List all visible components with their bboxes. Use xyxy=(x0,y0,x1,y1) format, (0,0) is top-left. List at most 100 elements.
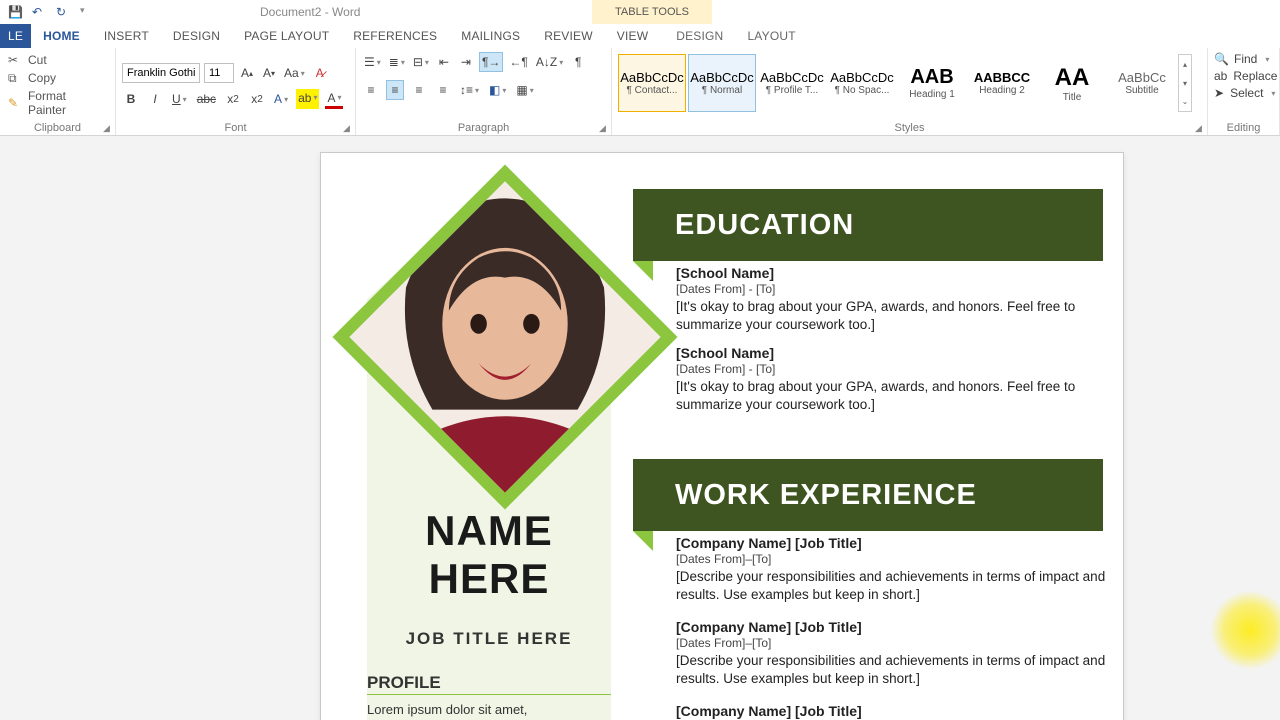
group-clipboard: ✂Cut ⧉ Copy ✎Format Painter Clipboard ◢ xyxy=(0,48,116,135)
increase-indent-button[interactable]: ⇥ xyxy=(457,52,475,72)
education-entry-1[interactable]: [School Name] [Dates From] - [To] [It's … xyxy=(676,265,1106,334)
align-center-button[interactable]: ≡ xyxy=(386,80,404,100)
copy-label: Copy xyxy=(28,71,56,85)
grow-font-button[interactable]: A▴ xyxy=(238,63,256,83)
style-normal[interactable]: AaBbCcDc¶ Normal xyxy=(688,54,756,112)
styles-launcher-icon[interactable]: ◢ xyxy=(1195,123,1205,133)
replace-icon: ab xyxy=(1214,69,1227,83)
borders-button[interactable]: ▦ xyxy=(514,80,535,100)
change-case-button[interactable]: Aa xyxy=(282,63,307,83)
bold-button[interactable]: B xyxy=(122,89,140,109)
tab-insert[interactable]: INSERT xyxy=(92,24,161,48)
paragraph-launcher-icon[interactable]: ◢ xyxy=(599,123,609,133)
font-launcher-icon[interactable]: ◢ xyxy=(343,123,353,133)
group-label-font: Font xyxy=(122,120,349,135)
copy-button[interactable]: ⧉ Copy xyxy=(6,70,109,86)
underline-button[interactable]: U xyxy=(170,89,189,109)
find-button[interactable]: 🔍Find▾ xyxy=(1214,52,1273,66)
rtl-button[interactable]: ←¶ xyxy=(507,52,529,72)
clear-format-button[interactable]: A̷ xyxy=(311,63,329,83)
resume-job-title[interactable]: JOB TITLE HERE xyxy=(367,629,611,649)
text-effects-button[interactable]: A xyxy=(272,89,290,109)
qat-more-icon[interactable]: ▾ xyxy=(80,5,94,19)
group-label-styles: Styles xyxy=(618,120,1201,135)
style-heading-1[interactable]: AABHeading 1 xyxy=(898,54,966,112)
align-left-button[interactable]: ≡ xyxy=(362,80,380,100)
education-bar[interactable]: EDUCATION xyxy=(633,189,1103,261)
highlight-button[interactable]: ab xyxy=(296,89,319,109)
work-entry-1[interactable]: [Company Name] [Job Title] [Dates From]–… xyxy=(676,535,1106,604)
group-font: A▴ A▾ Aa A̷ B I U abc x2 x2 A ab A Font … xyxy=(116,48,356,135)
font-size-input[interactable] xyxy=(204,63,234,83)
bullets-button[interactable]: ☰ xyxy=(362,52,383,72)
numbering-button[interactable]: ≣ xyxy=(387,52,407,72)
tab-table-layout[interactable]: LAYOUT xyxy=(735,24,807,48)
document-area[interactable]: NAME HERE JOB TITLE HERE PROFILE Lorem i… xyxy=(0,136,1280,720)
style-no-spacing[interactable]: AaBbCcDc¶ No Spac... xyxy=(828,54,896,112)
cut-button[interactable]: ✂Cut xyxy=(6,52,109,68)
style-heading-2[interactable]: AABBCCHeading 2 xyxy=(968,54,1036,112)
style-title[interactable]: AATitle xyxy=(1038,54,1106,112)
scissors-icon: ✂ xyxy=(8,53,22,67)
tab-page-layout[interactable]: PAGE LAYOUT xyxy=(232,24,341,48)
education-entry-2[interactable]: [School Name] [Dates From] - [To] [It's … xyxy=(676,345,1106,414)
subscript-button[interactable]: x2 xyxy=(224,89,242,109)
style-contact[interactable]: AaBbCcDc¶ Contact... xyxy=(618,54,686,112)
superscript-button[interactable]: x2 xyxy=(248,89,266,109)
binoculars-icon: 🔍 xyxy=(1214,52,1228,66)
profile-divider xyxy=(367,694,611,695)
tab-home[interactable]: HOME xyxy=(31,24,92,48)
chevron-up-icon: ▴ xyxy=(1179,55,1191,74)
cursor-highlight xyxy=(1210,590,1280,670)
group-label-editing: Editing xyxy=(1214,120,1273,135)
tab-mailings[interactable]: MAILINGS xyxy=(449,24,532,48)
align-right-button[interactable]: ≡ xyxy=(410,80,428,100)
font-color-button[interactable]: A xyxy=(325,89,343,109)
tab-review[interactable]: REVIEW xyxy=(532,24,605,48)
profile-body[interactable]: Lorem ipsum dolor sit amet, xyxy=(367,701,611,719)
more-styles-icon: ⌄ xyxy=(1179,92,1191,111)
tab-table-design[interactable]: DESIGN xyxy=(664,24,735,48)
format-painter-button[interactable]: ✎Format Painter xyxy=(6,88,109,118)
style-subtitle[interactable]: AaBbCcSubtitle xyxy=(1108,54,1176,112)
undo-icon[interactable]: ↶ xyxy=(32,5,46,19)
profile-heading[interactable]: PROFILE xyxy=(367,673,441,693)
clipboard-launcher-icon[interactable]: ◢ xyxy=(103,123,113,133)
work-bar[interactable]: WORK EXPERIENCE xyxy=(633,459,1103,531)
strikethrough-button[interactable]: abc xyxy=(195,89,218,109)
ltr-button[interactable]: ¶→ xyxy=(479,52,503,72)
tab-references[interactable]: REFERENCES xyxy=(341,24,449,48)
copy-icon: ⧉ xyxy=(8,71,22,85)
tab-design[interactable]: DESIGN xyxy=(161,24,232,48)
replace-button[interactable]: abReplace xyxy=(1214,69,1273,83)
cursor-icon: ➤ xyxy=(1214,86,1224,100)
work-entry-2[interactable]: [Company Name] [Job Title] [Dates From]–… xyxy=(676,619,1106,688)
work-entry-3[interactable]: [Company Name] [Job Title] [Dates From]–… xyxy=(676,703,1106,720)
show-marks-button[interactable]: ¶ xyxy=(569,52,587,72)
redo-icon[interactable]: ↻ xyxy=(56,5,70,19)
ribbon-tabs: LE HOME INSERT DESIGN PAGE LAYOUT REFERE… xyxy=(0,24,1280,48)
style-profile-t[interactable]: AaBbCcDc¶ Profile T... xyxy=(758,54,826,112)
font-name-input[interactable] xyxy=(122,63,200,83)
save-icon[interactable]: 💾 xyxy=(8,5,22,19)
resume-name[interactable]: NAME HERE xyxy=(367,507,611,604)
group-label-clipboard: Clipboard xyxy=(6,120,109,135)
styles-scroll[interactable]: ▴▾⌄ xyxy=(1178,54,1192,112)
line-spacing-button[interactable]: ↕≡ xyxy=(458,80,481,100)
tab-view[interactable]: VIEW xyxy=(605,24,660,48)
group-label-paragraph: Paragraph xyxy=(362,120,605,135)
decrease-indent-button[interactable]: ⇤ xyxy=(435,52,453,72)
shading-button[interactable]: ◧ xyxy=(487,80,508,100)
shrink-font-button[interactable]: A▾ xyxy=(260,63,278,83)
group-styles: AaBbCcDc¶ Contact... AaBbCcDc¶ Normal Aa… xyxy=(612,48,1208,135)
sort-button[interactable]: A↓Z xyxy=(534,52,565,72)
select-button[interactable]: ➤Select▾ xyxy=(1214,86,1273,100)
align-justify-button[interactable]: ≡ xyxy=(434,80,452,100)
ribbon: ✂Cut ⧉ Copy ✎Format Painter Clipboard ◢ A… xyxy=(0,48,1280,136)
multilevel-button[interactable]: ⊟ xyxy=(411,52,431,72)
document-title: Document2 - Word xyxy=(260,5,360,19)
title-bar: 💾 ↶ ↻ ▾ Document2 - Word TABLE TOOLS xyxy=(0,0,1280,24)
italic-button[interactable]: I xyxy=(146,89,164,109)
tab-file[interactable]: LE xyxy=(0,24,31,48)
page[interactable]: NAME HERE JOB TITLE HERE PROFILE Lorem i… xyxy=(320,152,1124,720)
